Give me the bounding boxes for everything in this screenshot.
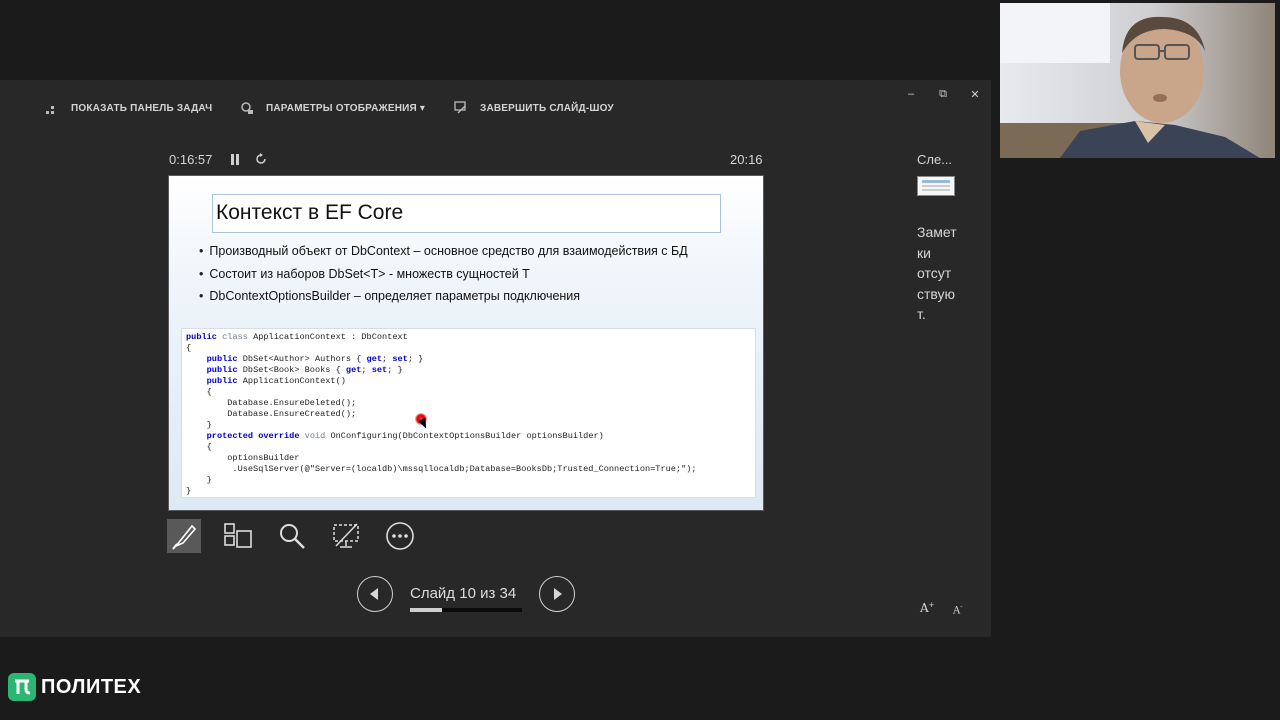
politech-logo: ПОЛИТЕХ — [8, 673, 141, 701]
code-line: Database.EnsureDeleted(); — [186, 398, 357, 408]
code-line: { — [186, 387, 212, 397]
minimize-button[interactable]: – — [903, 86, 919, 102]
code-line: } — [186, 475, 212, 485]
code-line: optionsBuilder — [186, 453, 300, 463]
triangle-right-icon — [554, 588, 562, 600]
next-slide-thumbnail[interactable] — [917, 176, 955, 196]
presenter-view: ПОКАЗАТЬ ПАНЕЛЬ ЗАДАЧ ПАРАМЕТРЫ ОТОБРАЖЕ… — [0, 80, 991, 637]
politech-logo-text: ПОЛИТЕХ — [41, 675, 142, 698]
show-taskbar-button[interactable]: ПОКАЗАТЬ ПАНЕЛЬ ЗАДАЧ — [45, 100, 212, 116]
code-line: { — [186, 442, 212, 452]
code-line: } — [186, 420, 212, 430]
code-block: public class ApplicationContext : DbCont… — [181, 328, 756, 498]
code-line: public class ApplicationContext : DbCont… — [186, 332, 408, 342]
webcam-overlay — [1000, 3, 1275, 158]
increase-font-button[interactable]: A+ — [920, 601, 935, 615]
code-line: { — [186, 343, 192, 353]
restore-icon: ⧉ — [939, 87, 947, 100]
end-slideshow-label: ЗАВЕРШИТЬ СЛАЙД-ШОУ — [480, 102, 614, 114]
previous-slide-button[interactable] — [357, 576, 393, 612]
bullet-item: Производный объект от DbContext – основн… — [199, 244, 687, 267]
code-line: public DbSet<Book> Books { get; set; } — [206, 365, 403, 375]
restart-timer-button[interactable] — [254, 152, 268, 166]
politech-logo-icon — [8, 673, 36, 701]
code-line: } — [186, 486, 192, 496]
speaker-notes: Заметки отсутствуют. — [917, 224, 957, 322]
end-slideshow-button[interactable]: ЗАВЕРШИТЬ СЛАЙД-ШОУ — [454, 100, 614, 116]
thumb-line — [922, 189, 950, 191]
code-line: protected override void OnConfiguring(Db… — [206, 431, 604, 441]
close-button[interactable]: ✕ — [967, 86, 983, 102]
restore-button[interactable]: ⧉ — [935, 86, 951, 102]
next-slide-label: Сле... — [917, 152, 953, 167]
show-taskbar-label: ПОКАЗАТЬ ПАНЕЛЬ ЗАДАЧ — [71, 102, 213, 114]
slides-grid-icon — [224, 523, 252, 548]
slide-bullets: Производный объект от DbContext – основн… — [199, 244, 688, 312]
clock: 20:16 — [730, 152, 763, 167]
slide-title: Контекст в EF Core — [212, 194, 721, 233]
decrease-font-button[interactable]: A- — [953, 603, 963, 616]
bullet-item: Состоит из наборов DbSet<T> - множеств с… — [199, 267, 688, 290]
code-line: .UseSqlServer(@"Server=(localdb)\mssqllo… — [186, 464, 697, 474]
increase-font-icon: A — [920, 601, 929, 615]
more-icon — [386, 522, 414, 550]
taskbar-icon — [46, 106, 54, 114]
close-icon: ✕ — [970, 88, 980, 101]
next-slide-button[interactable] — [539, 576, 575, 612]
display-settings-icon — [241, 102, 253, 114]
pen-tool-button[interactable] — [167, 519, 201, 553]
slide-progress-bar — [410, 608, 522, 612]
elapsed-timer: 0:16:57 — [169, 152, 213, 167]
minimize-icon: – — [907, 88, 915, 100]
thumb-line — [922, 185, 950, 187]
zoom-button[interactable] — [275, 519, 309, 553]
see-all-slides-button[interactable] — [221, 519, 255, 553]
slide-counter: Слайд 10 из 34 — [410, 585, 517, 602]
slide-progress-fill — [410, 608, 443, 612]
pause-timer-button[interactable] — [228, 152, 242, 166]
display-settings-label: ПАРАМЕТРЫ ОТОБРАЖЕНИЯ ▾ — [266, 102, 426, 114]
code-line: public DbSet<Author> Authors { get; set;… — [206, 354, 424, 364]
screen-off-icon — [333, 523, 359, 548]
pen-icon — [172, 524, 197, 550]
black-screen-button[interactable] — [329, 519, 363, 553]
more-options-button[interactable] — [383, 519, 417, 553]
current-slide[interactable]: Контекст в EF Core Производный объект от… — [168, 175, 764, 511]
display-settings-button[interactable]: ПАРАМЕТРЫ ОТОБРАЖЕНИЯ ▾ — [240, 100, 425, 116]
code-line: Database.EnsureCreated(); — [186, 409, 357, 419]
end-slideshow-icon — [454, 101, 466, 114]
presenter-video-image — [1000, 3, 1275, 158]
bullet-item: DbContextOptionsBuilder – определяет пар… — [199, 289, 688, 312]
magnifier-icon — [280, 524, 305, 549]
thumb-title-bar — [922, 180, 950, 183]
restart-icon — [256, 153, 266, 164]
code-line: public ApplicationContext() — [206, 376, 346, 386]
pause-icon — [231, 153, 239, 165]
triangle-left-icon — [370, 588, 378, 600]
